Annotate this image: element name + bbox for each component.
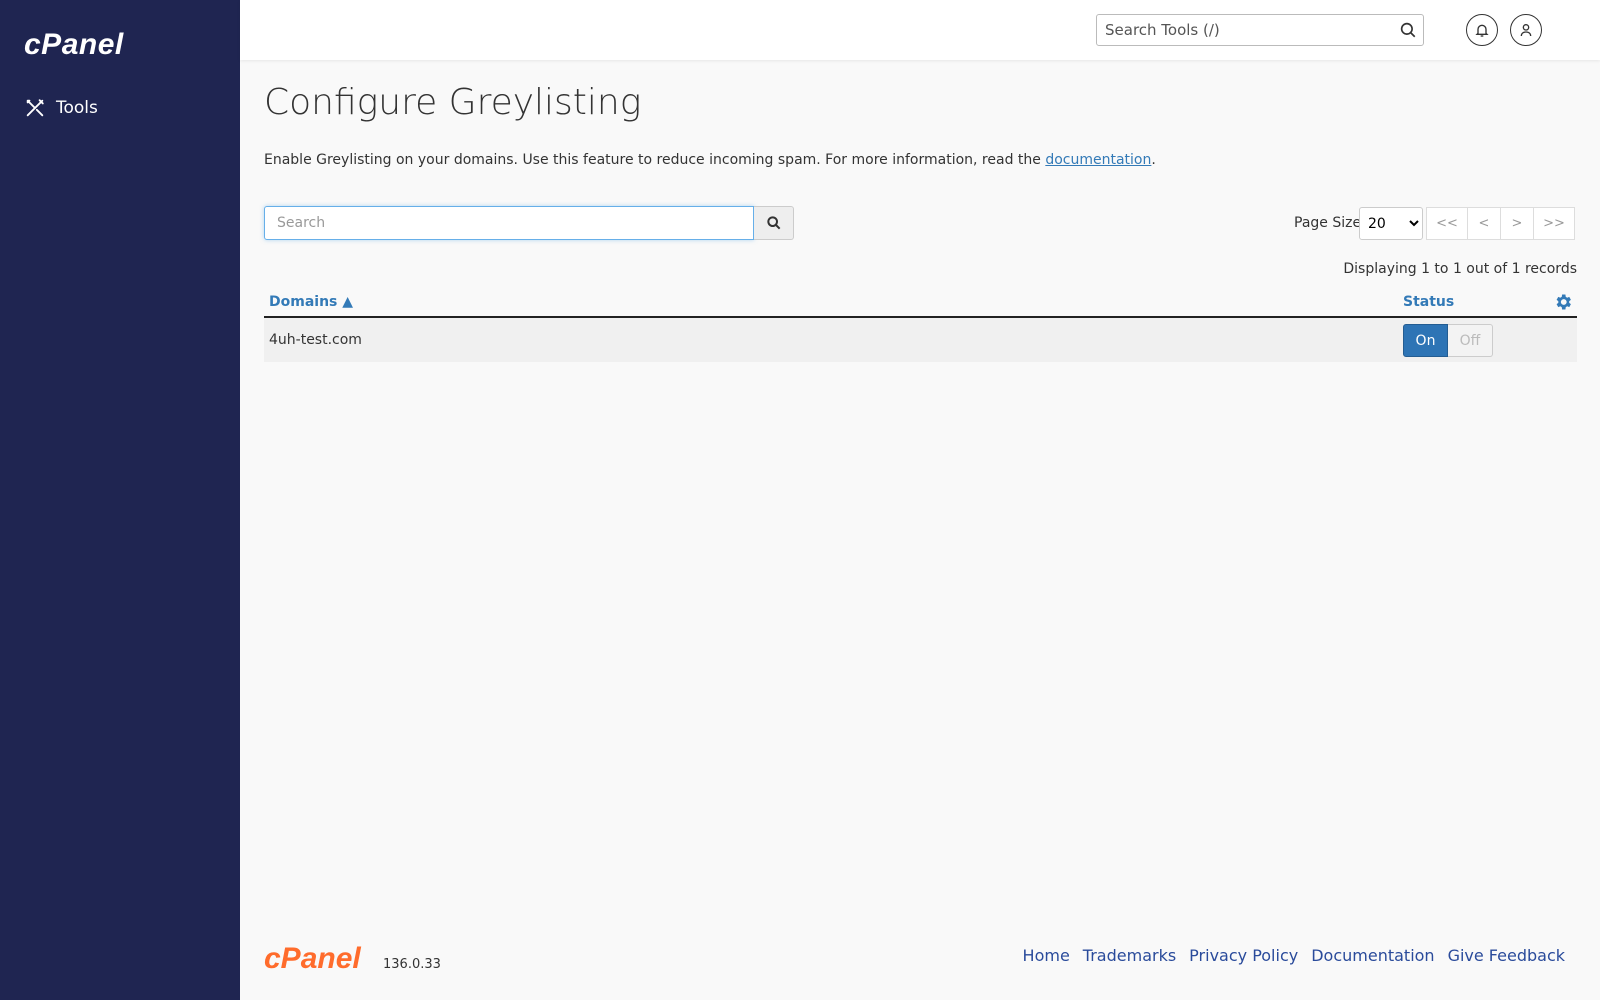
description-text: Enable Greylisting on your domains. Use … (264, 152, 1046, 168)
first-page-button[interactable]: << (1426, 207, 1468, 240)
gear-icon[interactable] (1553, 292, 1573, 312)
cpanel-logo[interactable]: cPanel (24, 28, 124, 62)
domains-table: Domains ▲ Status 4uh-test.com On Off (264, 285, 1577, 362)
footer-link-privacy-policy[interactable]: Privacy Policy (1189, 946, 1298, 965)
page-size-select[interactable]: 10 20 50 100 (1359, 207, 1423, 240)
sidebar: cPanel Tools (0, 0, 240, 1000)
last-page-button[interactable]: >> (1533, 207, 1575, 240)
search-icon[interactable] (1399, 21, 1417, 39)
domain-search-input[interactable] (265, 207, 753, 239)
footer-link-trademarks[interactable]: Trademarks (1083, 946, 1176, 965)
pagination: << < > >> (1426, 207, 1575, 240)
footer-cpanel-logo[interactable]: cPanel (264, 942, 361, 976)
description-suffix: . (1151, 152, 1156, 168)
status-header[interactable]: Status (1403, 294, 1454, 310)
sidebar-item-tools[interactable]: Tools (24, 94, 98, 122)
sidebar-item-label: Tools (56, 98, 98, 118)
footer-link-documentation[interactable]: Documentation (1311, 946, 1434, 965)
top-bar (240, 0, 1600, 60)
page-size-label: Page Size (1294, 215, 1362, 231)
prev-page-button[interactable]: < (1467, 207, 1501, 240)
table-header: Domains ▲ Status (264, 285, 1577, 318)
status-off-button[interactable]: Off (1448, 324, 1493, 357)
notifications-button[interactable] (1466, 14, 1498, 46)
domain-cell: 4uh-test.com (269, 332, 362, 348)
status-toggle: On Off (1403, 324, 1493, 357)
records-count: Displaying 1 to 1 out of 1 records (1343, 261, 1577, 277)
tools-search-input[interactable] (1097, 15, 1387, 45)
sort-domains-header[interactable]: Domains ▲ (269, 294, 353, 310)
version-text: 136.0.33 (383, 957, 441, 972)
bell-icon (1475, 24, 1489, 37)
documentation-link[interactable]: documentation (1045, 152, 1151, 168)
page-description: Enable Greylisting on your domains. Use … (264, 152, 1156, 168)
domain-search-button[interactable] (754, 206, 794, 240)
page-title: Configure Greylisting (264, 82, 642, 123)
footer-link-home[interactable]: Home (1023, 946, 1070, 965)
footer-link-give-feedback[interactable]: Give Feedback (1448, 946, 1565, 965)
next-page-button[interactable]: > (1500, 207, 1534, 240)
tools-icon (26, 99, 44, 117)
domain-search (264, 206, 754, 240)
user-icon (1520, 24, 1532, 37)
user-menu-button[interactable] (1510, 14, 1542, 46)
search-icon (766, 216, 780, 230)
tools-search (1096, 14, 1424, 46)
footer-links: Home Trademarks Privacy Policy Documenta… (1023, 946, 1565, 965)
table-row: 4uh-test.com On Off (264, 318, 1577, 362)
status-on-button[interactable]: On (1403, 324, 1448, 357)
